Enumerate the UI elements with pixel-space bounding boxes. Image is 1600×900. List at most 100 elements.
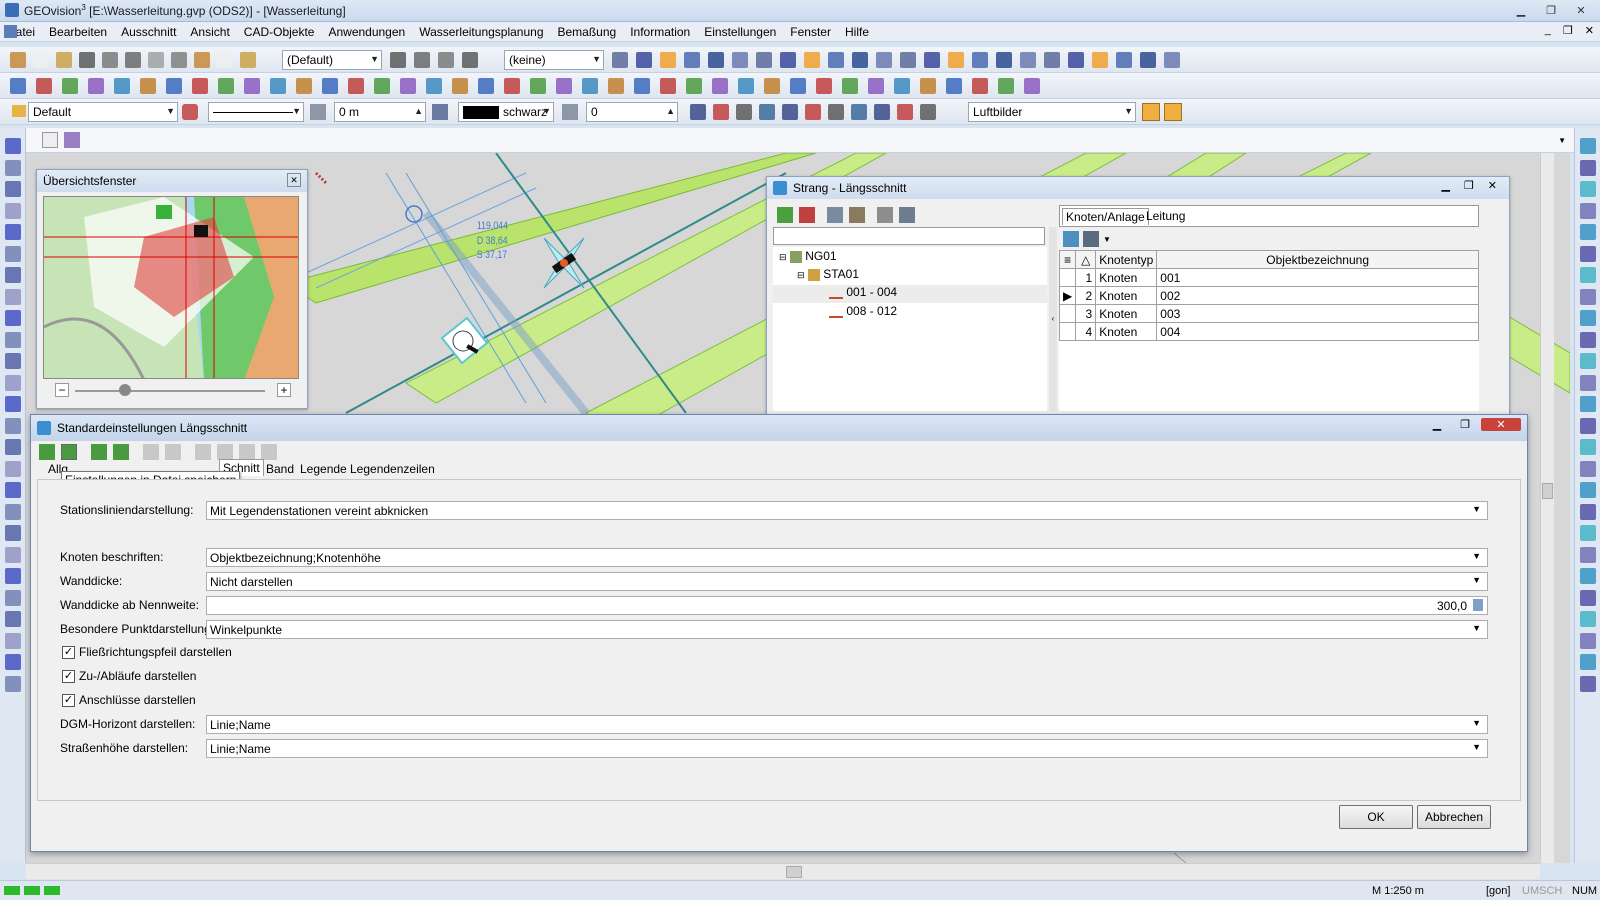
tool-icon[interactable] bbox=[1580, 417, 1596, 434]
tool-icon[interactable] bbox=[851, 104, 867, 120]
aerial-settings-icon[interactable] bbox=[1164, 103, 1182, 121]
calculator-icon[interactable] bbox=[877, 207, 893, 223]
tool-icon[interactable] bbox=[556, 78, 572, 94]
tool-icon[interactable] bbox=[608, 78, 624, 94]
tool-icon[interactable] bbox=[1140, 52, 1156, 68]
tool-icon[interactable] bbox=[804, 52, 820, 68]
tool-icon[interactable] bbox=[1024, 78, 1040, 94]
tool-icon[interactable] bbox=[1068, 52, 1084, 68]
collapse-icon[interactable]: ⊟ bbox=[779, 252, 787, 262]
table-row[interactable]: ▶ 2 Knoten 002 bbox=[1058, 286, 1479, 305]
checkbox-checked-icon[interactable]: ✓ bbox=[62, 693, 75, 707]
menu-einstellungen[interactable]: Einstellungen bbox=[697, 25, 783, 39]
layer-combo[interactable]: (keine) ▼ bbox=[504, 50, 604, 70]
color-combo[interactable]: schwarz ▼ bbox=[458, 102, 554, 122]
spin-icon[interactable]: ▲ bbox=[666, 106, 675, 116]
tool-icon[interactable] bbox=[1580, 503, 1596, 520]
tool-icon[interactable] bbox=[1044, 52, 1060, 68]
tool-icon[interactable] bbox=[5, 374, 21, 391]
tool-icon[interactable] bbox=[1580, 202, 1596, 219]
mdi-minimize-icon[interactable]: _ bbox=[1545, 24, 1551, 37]
menu-ansicht[interactable]: Ansicht bbox=[183, 25, 236, 39]
tool-icon[interactable] bbox=[114, 78, 130, 94]
tool-icon[interactable] bbox=[708, 52, 724, 68]
tool-icon[interactable] bbox=[790, 78, 806, 94]
style-combo[interactable]: (Default) ▼ bbox=[282, 50, 382, 70]
layer-default-combo[interactable]: Default ▼ bbox=[28, 102, 178, 122]
tool-icon[interactable] bbox=[759, 104, 775, 120]
table-edit-icon[interactable] bbox=[1063, 231, 1079, 247]
close-icon[interactable]: ✕ bbox=[1488, 179, 1497, 192]
tool-icon[interactable] bbox=[5, 611, 21, 627]
aerial-icon[interactable] bbox=[1142, 103, 1160, 121]
tool-icon[interactable] bbox=[972, 52, 988, 68]
tool-icon[interactable] bbox=[782, 104, 798, 120]
collapse-icon[interactable]: ⊟ bbox=[797, 270, 805, 280]
tool-icon[interactable] bbox=[166, 78, 182, 94]
menu-bearbeiten[interactable]: Bearbeiten bbox=[42, 25, 114, 39]
row-header-corner[interactable]: ≡ bbox=[1058, 250, 1077, 269]
tool-icon[interactable] bbox=[828, 52, 844, 68]
remove-strang-icon[interactable] bbox=[799, 207, 815, 223]
minimize-icon[interactable]: ▁ bbox=[1441, 179, 1449, 192]
tree-item-001-004[interactable]: 001 - 004 bbox=[773, 285, 1047, 303]
tool-icon[interactable] bbox=[660, 78, 676, 94]
tool-icon[interactable] bbox=[140, 78, 156, 94]
tool-icon[interactable] bbox=[1580, 675, 1596, 692]
tool-icon[interactable] bbox=[5, 181, 21, 197]
offset-input[interactable]: 0 m ▲ bbox=[334, 102, 426, 122]
tool-icon[interactable] bbox=[1580, 331, 1596, 348]
tab-leitung[interactable]: Leitung bbox=[1146, 209, 1185, 223]
menu-information[interactable]: Information bbox=[623, 25, 697, 39]
properties-icon[interactable] bbox=[849, 207, 865, 223]
tool-icon[interactable] bbox=[414, 52, 430, 68]
tree-item-ng01[interactable]: ⊟ NG01 bbox=[779, 249, 837, 263]
tool-icon[interactable] bbox=[582, 78, 598, 94]
tool-icon[interactable] bbox=[805, 104, 821, 120]
ok-button[interactable]: OK bbox=[1339, 805, 1413, 829]
tool-icon[interactable] bbox=[998, 78, 1014, 94]
tool-icon[interactable] bbox=[79, 52, 95, 68]
tool-icon[interactable] bbox=[5, 331, 21, 348]
tab-band[interactable]: Band bbox=[263, 461, 297, 477]
settings-icon[interactable] bbox=[899, 207, 915, 223]
splitter-handle[interactable]: ‹ bbox=[1049, 227, 1057, 411]
import-icon[interactable] bbox=[91, 444, 107, 460]
tool-icon[interactable] bbox=[972, 78, 988, 94]
tool-icon[interactable] bbox=[390, 52, 406, 68]
menu-ausschnitt[interactable]: Ausschnitt bbox=[114, 25, 183, 39]
tool-icon[interactable] bbox=[1580, 159, 1596, 176]
tool-icon[interactable] bbox=[5, 632, 21, 649]
tool-icon[interactable] bbox=[148, 52, 164, 68]
menu-cad-objekte[interactable]: CAD-Objekte bbox=[237, 25, 322, 39]
tool-icon[interactable] bbox=[194, 52, 210, 68]
value-input[interactable]: 0 ▲ bbox=[586, 102, 678, 122]
tool-icon[interactable] bbox=[1580, 525, 1596, 541]
tool-icon[interactable] bbox=[780, 52, 796, 68]
tool-icon[interactable] bbox=[5, 138, 21, 154]
tool-icon[interactable] bbox=[240, 52, 256, 68]
tool-icon[interactable] bbox=[452, 78, 468, 94]
tool-icon[interactable] bbox=[1580, 224, 1596, 240]
layers-icon[interactable] bbox=[64, 132, 80, 148]
tool-icon[interactable] bbox=[732, 52, 748, 68]
chevron-down-icon[interactable]: ▼ bbox=[1558, 136, 1566, 145]
scroll-thumb[interactable] bbox=[786, 866, 802, 878]
punktdarstellung-select[interactable]: Winkelpunkte ▼ bbox=[206, 620, 1488, 639]
tool-icon[interactable] bbox=[738, 78, 754, 94]
tool-icon[interactable] bbox=[5, 353, 21, 369]
tool-icon[interactable] bbox=[1580, 589, 1596, 606]
table-row[interactable]: 1 Knoten 001 bbox=[1058, 268, 1479, 287]
sort-column[interactable]: △ bbox=[1075, 250, 1097, 269]
tool-icon[interactable] bbox=[10, 52, 26, 68]
table-export-icon[interactable] bbox=[1083, 231, 1099, 247]
fliessrichtung-checkbox[interactable]: ✓ Fließrichtungspfeil darstellen bbox=[62, 645, 232, 659]
tool-icon[interactable] bbox=[1116, 52, 1132, 68]
table-row[interactable]: 3 Knoten 003 bbox=[1058, 304, 1479, 323]
zoom-slider-thumb[interactable] bbox=[119, 384, 131, 396]
tool-icon[interactable] bbox=[816, 78, 832, 94]
tool-icon[interactable] bbox=[88, 78, 104, 94]
tool-icon[interactable] bbox=[756, 52, 772, 68]
tool-icon[interactable] bbox=[1092, 52, 1108, 68]
vertical-scrollbar[interactable] bbox=[1540, 153, 1554, 863]
